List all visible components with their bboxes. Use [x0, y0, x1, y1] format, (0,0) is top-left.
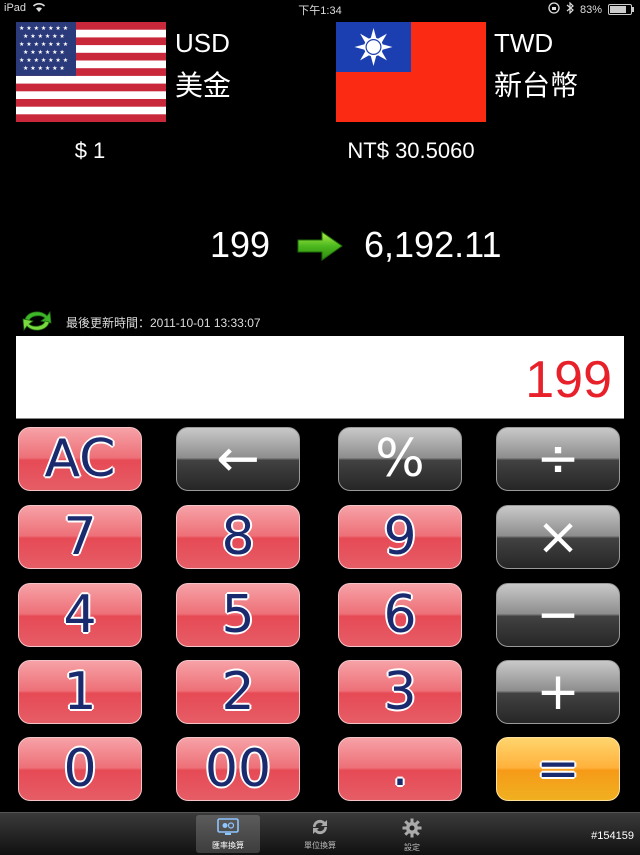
to-currency-rate: NT$ 30.5060 [347, 138, 475, 163]
digit-6-button[interactable]: 6 [338, 583, 462, 647]
tab-bar: 匯率換算 單位換算 設定 [0, 812, 640, 855]
svg-text:★ ★ ★ ★ ★ ★: ★ ★ ★ ★ ★ ★ [23, 49, 65, 56]
update-row: 最後更新時間：2011-10-01 13:33:07 [20, 308, 620, 334]
percent-button[interactable]: % [338, 427, 462, 491]
svg-text:★ ★ ★ ★ ★ ★: ★ ★ ★ ★ ★ ★ [23, 33, 65, 40]
bluetooth-icon [566, 1, 574, 17]
usd-flag-icon[interactable]: ★ ★ ★ ★ ★ ★ ★ ★ ★ ★ ★ ★ ★ ★ ★ ★ ★ ★ ★ ★ … [16, 22, 166, 127]
tab-settings[interactable]: 設定 [380, 815, 444, 853]
svg-text:★ ★ ★ ★ ★ ★ ★: ★ ★ ★ ★ ★ ★ ★ [19, 25, 68, 32]
calculator-display: 199 [16, 336, 624, 419]
lock-rotation-icon [548, 2, 560, 17]
tab-unit-conversion-label: 單位換算 [304, 841, 336, 850]
conversion-output: 6,192.11 [364, 224, 502, 265]
status-time: 下午1:34 [298, 5, 342, 17]
backspace-button[interactable]: ← [176, 427, 300, 491]
conversion-input: 199 [210, 224, 271, 265]
svg-text:★ ★ ★ ★ ★ ★ ★: ★ ★ ★ ★ ★ ★ ★ [19, 41, 68, 48]
refresh-icon[interactable] [20, 308, 54, 339]
watermark-text: #154159 [591, 830, 634, 842]
status-bar: iPad 下午1:34 83% [0, 0, 640, 18]
exchange-icon [196, 818, 260, 838]
digit-7-button[interactable]: 7 [18, 505, 142, 569]
digit-0-button[interactable]: 0 [18, 737, 142, 801]
battery-icon [608, 4, 634, 15]
from-currency-rate: $ 1 [74, 138, 106, 163]
tab-exchange[interactable]: 匯率換算 [196, 815, 260, 853]
digit-3-button[interactable]: 3 [338, 660, 462, 724]
last-updated-text: 最後更新時間：2011-10-01 13:33:07 [66, 316, 261, 330]
display-value: 199 [525, 351, 612, 409]
clear-button[interactable]: AC [18, 427, 142, 491]
tab-exchange-label: 匯率換算 [212, 841, 244, 850]
multiply-button[interactable]: × [496, 505, 620, 569]
twd-flag-icon[interactable] [336, 22, 486, 127]
minus-button[interactable]: − [496, 583, 620, 647]
battery-percent: 83% [579, 3, 602, 16]
gear-icon [380, 818, 444, 840]
digit-1-button[interactable]: 1 [18, 660, 142, 724]
digit-2-button[interactable]: 2 [176, 660, 300, 724]
to-currency-name[interactable]: 新台幣 [494, 64, 578, 104]
tab-settings-label: 設定 [404, 843, 420, 852]
svg-text:★ ★ ★ ★ ★ ★ ★: ★ ★ ★ ★ ★ ★ ★ [19, 57, 68, 64]
refresh-icon [288, 818, 352, 838]
tab-unit-conversion[interactable]: 單位換算 [288, 815, 352, 853]
from-currency-code[interactable]: USD [175, 28, 230, 59]
svg-text:★ ★ ★ ★ ★ ★: ★ ★ ★ ★ ★ ★ [23, 65, 65, 72]
decimal-button[interactable]: . [338, 737, 462, 801]
divide-button[interactable]: ÷ [496, 427, 620, 491]
double-zero-button[interactable]: 00 [176, 737, 300, 801]
digit-4-button[interactable]: 4 [18, 583, 142, 647]
digit-8-button[interactable]: 8 [176, 505, 300, 569]
from-currency-name[interactable]: 美金 [175, 64, 231, 104]
equals-button[interactable]: = [496, 737, 620, 801]
digit-9-button[interactable]: 9 [338, 505, 462, 569]
plus-button[interactable]: + [496, 660, 620, 724]
arrow-right-icon [296, 230, 344, 267]
to-currency-code[interactable]: TWD [494, 28, 553, 59]
digit-5-button[interactable]: 5 [176, 583, 300, 647]
